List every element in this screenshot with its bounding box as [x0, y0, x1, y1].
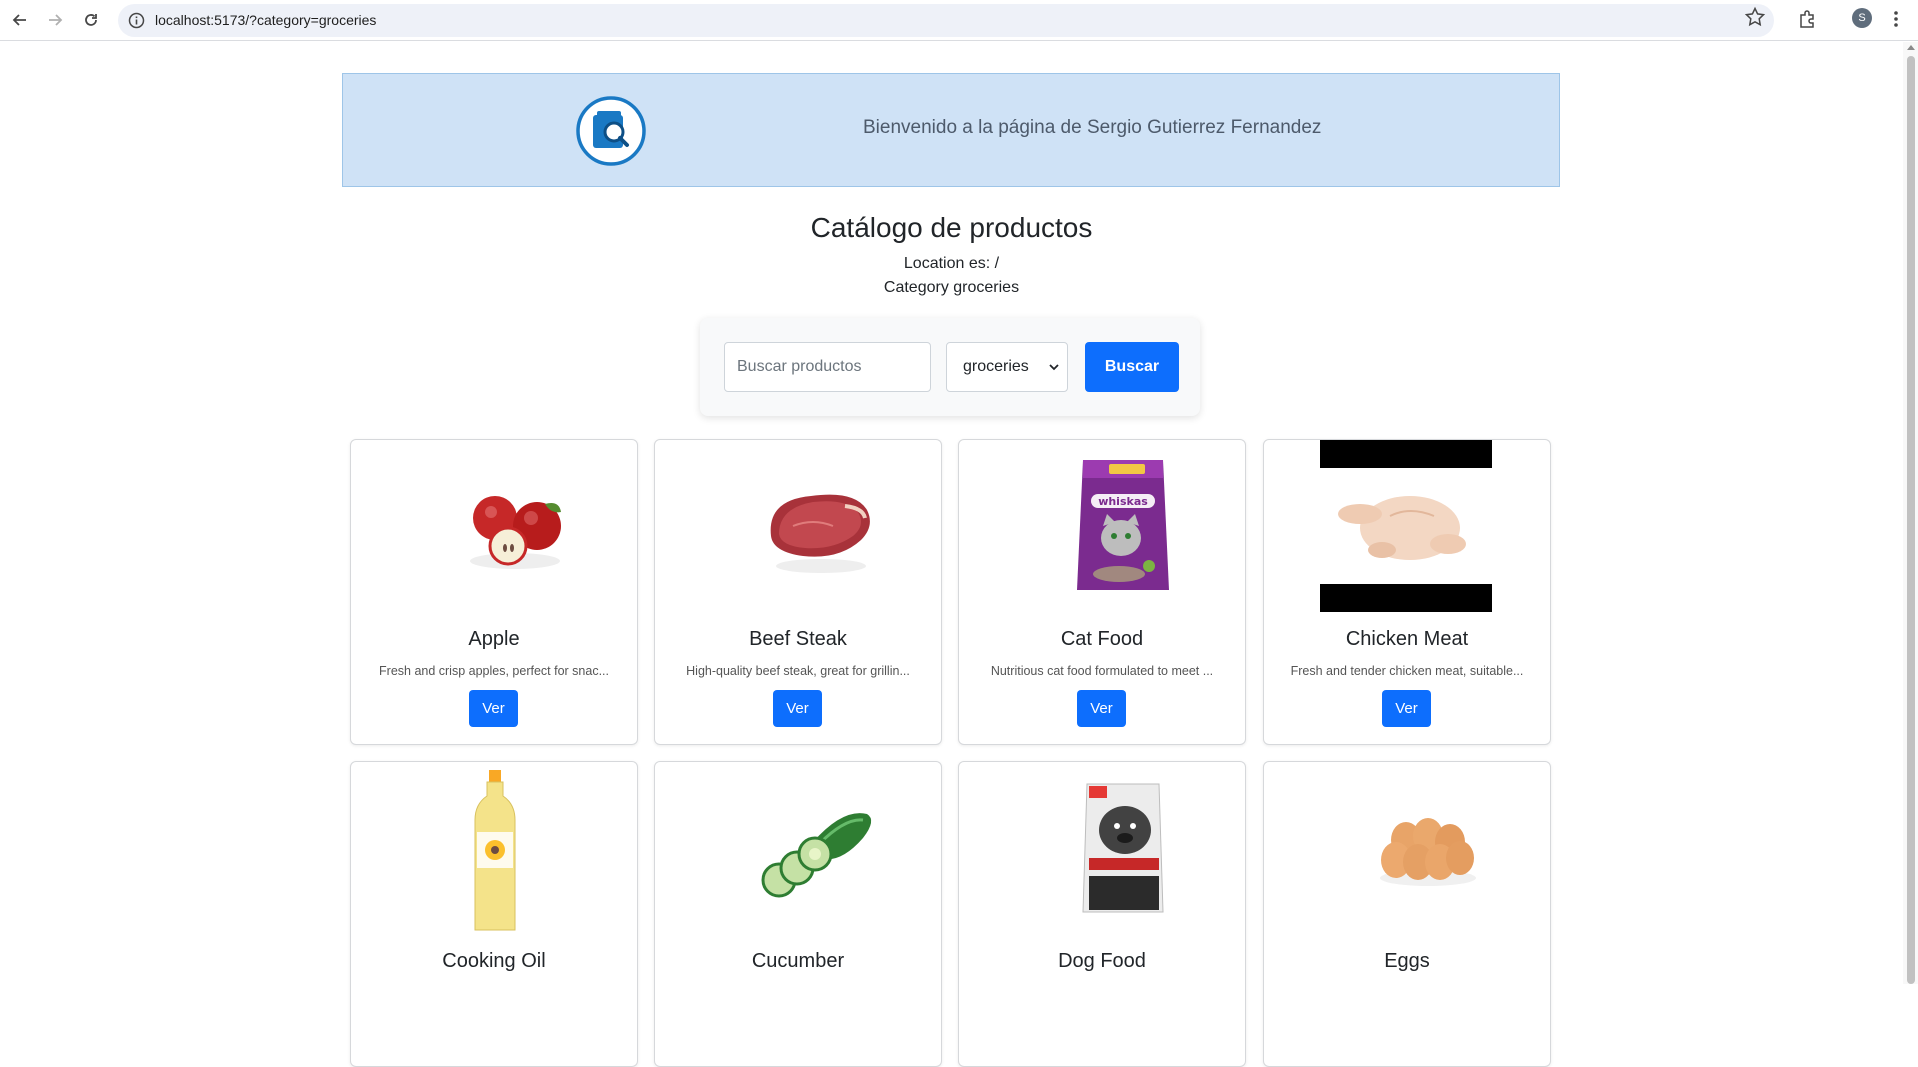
product-name: Chicken Meat	[1345, 628, 1469, 650]
category-select[interactable]: groceries	[946, 342, 1068, 392]
cat-food-pouch-image: whiskas	[1077, 460, 1169, 590]
apple-image	[470, 496, 561, 569]
chicken-image	[1320, 440, 1492, 612]
profile-avatar[interactable]: S	[1852, 8, 1872, 28]
address-bar[interactable]: localhost:5173/?category=groceries	[118, 4, 1774, 37]
page-title: Catálogo de productos	[810, 212, 1093, 243]
search-panel: groceries Buscar	[700, 318, 1200, 416]
product-card-cooking-oil: Cooking Oil	[350, 761, 638, 1067]
scroll-thumb[interactable]	[1907, 56, 1915, 984]
bookmark-star-icon[interactable]	[1744, 6, 1766, 28]
eggs-image	[1380, 818, 1476, 886]
product-name: Dog Food	[1058, 950, 1146, 972]
reload-icon[interactable]	[78, 7, 104, 33]
page-content: Bienvenido a la página de Sergio Gutierr…	[0, 42, 1903, 1067]
browser-toolbar: localhost:5173/?category=groceries S	[0, 0, 1918, 41]
browser-menu-icon[interactable]	[1888, 8, 1904, 30]
product-name: Beef Steak	[749, 628, 847, 650]
product-card-dog-food: Dog Food	[958, 761, 1246, 1067]
product-description: Fresh and crisp apples, perfect for snac…	[379, 664, 609, 678]
product-name: Eggs	[1384, 950, 1430, 972]
page-scrollbar[interactable]	[1903, 42, 1918, 984]
location-text: Location es: /	[903, 255, 1000, 272]
back-icon[interactable]	[7, 7, 33, 33]
forward-icon[interactable]	[42, 7, 68, 33]
extensions-icon[interactable]	[1797, 8, 1819, 30]
category-select-value: groceries	[963, 358, 1029, 375]
product-card-beef-steak: Beef Steak High-quality beef steak, grea…	[654, 439, 942, 745]
header-banner: Bienvenido a la página de Sergio Gutierr…	[342, 73, 1560, 187]
view-product-button[interactable]: Ver	[773, 690, 822, 727]
search-input[interactable]	[724, 342, 931, 392]
view-product-button[interactable]: Ver	[469, 690, 518, 727]
url-text: localhost:5173/?category=groceries	[155, 12, 377, 28]
welcome-text: Bienvenido a la página de Sergio Gutierr…	[863, 117, 1322, 138]
product-card-cucumber: Cucumber	[654, 761, 942, 1067]
product-card-eggs: Eggs	[1263, 761, 1551, 1067]
product-card-apple: Apple Fresh and crisp apples, perfect fo…	[350, 439, 638, 745]
category-text: Category groceries	[883, 279, 1020, 296]
chevron-down-icon	[1049, 364, 1059, 371]
product-card-cat-food: whiskas Cat Food Nutritious cat food for…	[958, 439, 1246, 745]
product-description: Fresh and tender chicken meat, suitable.…	[1290, 664, 1524, 678]
product-description: Nutritious cat food formulated to meet .…	[990, 664, 1214, 678]
dog-food-bag-image	[1082, 783, 1164, 913]
product-name: Apple	[468, 628, 520, 650]
product-card-chicken-meat: Chicken Meat Fresh and tender chicken me…	[1263, 439, 1551, 745]
scroll-up-arrow-icon[interactable]	[1907, 45, 1915, 50]
site-info-icon[interactable]	[128, 12, 145, 29]
view-product-button[interactable]: Ver	[1077, 690, 1126, 727]
svg-text:whiskas: whiskas	[1098, 495, 1148, 508]
cucumber-image	[761, 813, 872, 898]
product-name: Cat Food	[1060, 628, 1144, 650]
view-product-button[interactable]: Ver	[1382, 690, 1431, 727]
steak-image	[770, 494, 870, 573]
search-document-icon	[576, 96, 646, 166]
search-button[interactable]: Buscar	[1085, 342, 1179, 392]
oil-bottle-image	[474, 770, 516, 931]
product-description: High-quality beef steak, great for grill…	[686, 664, 910, 678]
product-name: Cooking Oil	[442, 950, 546, 972]
product-name: Cucumber	[751, 950, 845, 972]
